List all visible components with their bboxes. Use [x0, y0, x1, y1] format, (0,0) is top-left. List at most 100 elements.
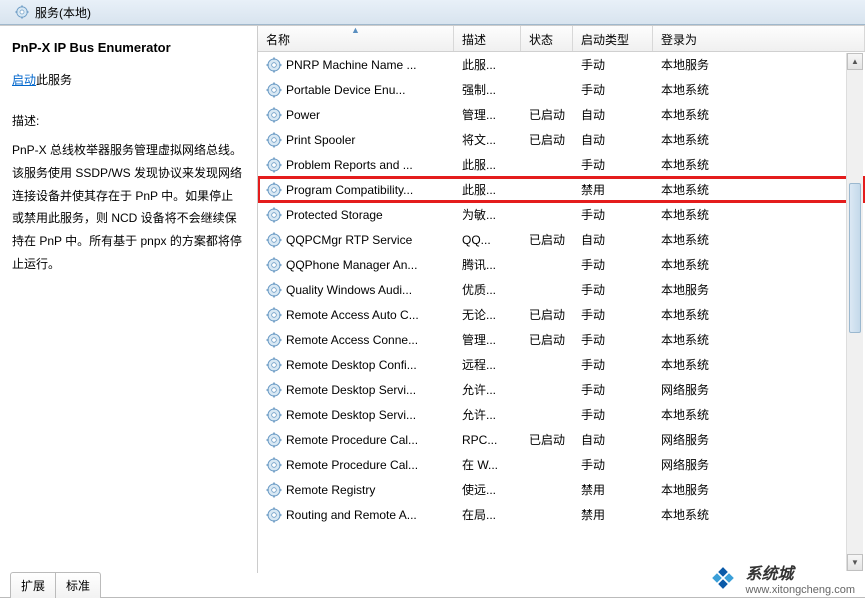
service-icon — [266, 357, 282, 373]
column-status[interactable]: 状态 — [521, 26, 573, 51]
table-row[interactable]: PNRP Machine Name ...此服...手动本地服务 — [258, 52, 865, 77]
service-start-type: 手动 — [573, 406, 653, 423]
service-logon: 网络服务 — [653, 456, 865, 473]
table-row[interactable]: Remote Access Auto C... 无论...已启动手动本地系统 — [258, 302, 865, 327]
service-start-type: 手动 — [573, 381, 653, 398]
column-logon-as[interactable]: 登录为 — [653, 26, 865, 51]
service-name: Remote Access Auto C... — [286, 308, 419, 322]
service-logon: 本地服务 — [653, 56, 865, 73]
service-start-type: 手动 — [573, 206, 653, 223]
service-name: Quality Windows Audi... — [286, 283, 412, 297]
service-name: Power — [286, 108, 320, 122]
table-row[interactable]: Problem Reports and ...此服...手动本地系统 — [258, 152, 865, 177]
service-title: PnP-X IP Bus Enumerator — [12, 40, 245, 55]
service-start-type: 自动 — [573, 131, 653, 148]
service-logon: 本地系统 — [653, 306, 865, 323]
column-description[interactable]: 描述 — [454, 26, 521, 51]
service-status: 已启动 — [521, 306, 573, 323]
description-text: PnP-X 总线枚举器服务管理虚拟网络总线。该服务使用 SSDP/WS 发现协议… — [12, 139, 245, 276]
service-icon — [266, 382, 282, 398]
service-logon: 网络服务 — [653, 381, 865, 398]
service-desc: 此服... — [454, 156, 521, 173]
tab-line — [0, 597, 865, 598]
column-name[interactable]: 名称▲ — [258, 26, 454, 51]
service-icon — [266, 157, 282, 173]
service-desc: 将文... — [454, 131, 521, 148]
service-icon — [266, 307, 282, 323]
table-body: PNRP Machine Name ...此服...手动本地服务Portable… — [258, 52, 865, 573]
service-name: Program Compatibility... — [286, 183, 413, 197]
service-name: QQPCMgr RTP Service — [286, 233, 412, 247]
table-row[interactable]: Remote Procedure Cal...在 W...手动网络服务 — [258, 452, 865, 477]
service-start-type: 手动 — [573, 331, 653, 348]
service-start-type: 手动 — [573, 156, 653, 173]
service-desc: QQ... — [454, 233, 521, 247]
table-row[interactable]: Remote Registry使远...禁用本地服务 — [258, 477, 865, 502]
service-desc: 腾讯... — [454, 256, 521, 273]
service-start-type: 禁用 — [573, 181, 653, 198]
services-list-panel: 名称▲ 描述 状态 启动类型 登录为 PNRP Machine Name ...… — [258, 26, 865, 573]
service-desc: 允许... — [454, 406, 521, 423]
service-name: Problem Reports and ... — [286, 158, 413, 172]
service-logon: 本地系统 — [653, 106, 865, 123]
service-start-type: 手动 — [573, 256, 653, 273]
watermark-name: 系统城 — [746, 560, 855, 584]
service-icon — [266, 182, 282, 198]
service-logon: 本地系统 — [653, 131, 865, 148]
view-tabs: 扩展 标准 — [10, 572, 101, 598]
service-desc: 强制... — [454, 81, 521, 98]
service-icon — [266, 107, 282, 123]
service-icon — [266, 132, 282, 148]
table-row[interactable]: Quality Windows Audi...优质...手动本地服务 — [258, 277, 865, 302]
service-icon — [266, 82, 282, 98]
service-logon: 本地系统 — [653, 331, 865, 348]
scroll-up-button[interactable]: ▲ — [847, 53, 863, 70]
service-status: 已启动 — [521, 106, 573, 123]
start-suffix: 此服务 — [36, 73, 72, 87]
table-row[interactable]: Remote Desktop Servi...允许...手动网络服务 — [258, 377, 865, 402]
sort-indicator-icon: ▲ — [351, 25, 360, 35]
service-start-type: 手动 — [573, 56, 653, 73]
service-desc: 无论... — [454, 306, 521, 323]
watermark: 系统城 www.xitongcheng.com — [706, 560, 855, 596]
start-link[interactable]: 启动 — [12, 73, 36, 87]
description-label: 描述: — [12, 112, 245, 129]
service-status: 已启动 — [521, 131, 573, 148]
table-row[interactable]: Power管理...已启动自动本地系统 — [258, 102, 865, 127]
service-name: Remote Desktop Servi... — [286, 408, 416, 422]
vertical-scrollbar[interactable]: ▲ ▼ — [846, 53, 863, 571]
service-desc: 此服... — [454, 181, 521, 198]
service-name: Remote Registry — [286, 483, 375, 497]
table-header: 名称▲ 描述 状态 启动类型 登录为 — [258, 26, 865, 52]
service-logon: 本地系统 — [653, 406, 865, 423]
service-status: 已启动 — [521, 331, 573, 348]
table-row[interactable]: Remote Procedure Cal...RPC...已启动自动网络服务 — [258, 427, 865, 452]
table-row[interactable]: QQPCMgr RTP ServiceQQ...已启动自动本地系统 — [258, 227, 865, 252]
column-startup-type[interactable]: 启动类型 — [573, 26, 653, 51]
service-desc: 远程... — [454, 356, 521, 373]
service-start-type: 手动 — [573, 356, 653, 373]
table-row[interactable]: Remote Desktop Confi...远程...手动本地系统 — [258, 352, 865, 377]
table-row[interactable]: Print Spooler将文...已启动自动本地系统 — [258, 127, 865, 152]
table-row[interactable]: Program Compatibility...此服...禁用本地系统 — [258, 177, 865, 202]
scroll-thumb[interactable] — [849, 183, 861, 333]
table-row[interactable]: Remote Access Conne...管理...已启动手动本地系统 — [258, 327, 865, 352]
table-row[interactable]: Routing and Remote A...在局...禁用本地系统 — [258, 502, 865, 527]
watermark-url: www.xitongcheng.com — [746, 584, 855, 596]
tab-standard[interactable]: 标准 — [56, 572, 101, 598]
table-row[interactable]: Protected Storage为敏...手动本地系统 — [258, 202, 865, 227]
service-logon: 本地系统 — [653, 81, 865, 98]
service-start-type: 手动 — [573, 306, 653, 323]
service-icon — [266, 432, 282, 448]
table-row[interactable]: Portable Device Enu...强制...手动本地系统 — [258, 77, 865, 102]
service-icon — [266, 282, 282, 298]
service-logon: 本地系统 — [653, 206, 865, 223]
table-row[interactable]: Remote Desktop Servi... 允许... 手动本地系统 — [258, 402, 865, 427]
service-logon: 网络服务 — [653, 431, 865, 448]
service-logon: 本地服务 — [653, 281, 865, 298]
service-desc: 此服... — [454, 56, 521, 73]
tab-extended[interactable]: 扩展 — [10, 572, 56, 598]
service-name: Remote Procedure Cal... — [286, 433, 418, 447]
service-status: 已启动 — [521, 231, 573, 248]
table-row[interactable]: QQPhone Manager An...腾讯...手动本地系统 — [258, 252, 865, 277]
